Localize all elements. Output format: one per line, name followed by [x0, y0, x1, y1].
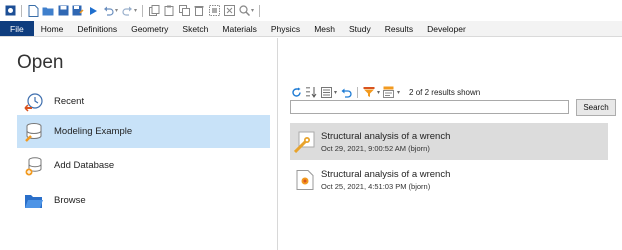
results-panel: ▾ ▾ ▾ 2 of 2 results shown Search Struct… [279, 38, 622, 250]
nav-item-label: Modeling Example [54, 126, 133, 137]
tab-developer[interactable]: Developer [420, 21, 473, 36]
run-icon[interactable] [87, 5, 99, 17]
paste-icon[interactable] [163, 5, 175, 17]
tab-definitions[interactable]: Definitions [70, 21, 124, 36]
result-item[interactable]: Structural analysis of a wrench Oct 29, … [290, 123, 608, 160]
zoom-dropdown-icon[interactable]: ▾ [251, 7, 254, 14]
result-date: Oct 25, 2021, 4:51:03 PM (bjorn) [321, 181, 431, 191]
tag-filter-dropdown-icon[interactable]: ▾ [397, 89, 400, 96]
add-database-icon [23, 155, 45, 177]
select-all-icon[interactable] [208, 5, 220, 17]
nav-item-label: Recent [54, 96, 85, 107]
save-as-icon[interactable] [72, 5, 84, 17]
view-options-dropdown-icon[interactable]: ▾ [334, 89, 337, 96]
tab-results[interactable]: Results [378, 21, 420, 36]
open-navigation-panel: Open Recent Modeling Example Add Databas… [0, 38, 278, 250]
folder-icon [23, 190, 45, 212]
results-toolbar: ▾ ▾ ▾ 2 of 2 results shown [290, 85, 480, 99]
result-date: Oct 29, 2021, 9:00:52 AM (bjorn) [321, 143, 430, 153]
toolbar-separator [142, 4, 144, 17]
tab-file[interactable]: File [0, 21, 34, 36]
nav-item-modeling-example[interactable]: Modeling Example [17, 115, 270, 148]
nav-item-add-database[interactable]: Add Database [17, 149, 270, 182]
results-count: 2 of 2 results shown [409, 87, 481, 97]
tab-study[interactable]: Study [342, 21, 378, 36]
toolbar-separator [357, 86, 359, 98]
page-title: Open [17, 52, 64, 73]
sort-icon[interactable] [305, 86, 317, 98]
toolbar-separator [259, 4, 261, 17]
filter-icon[interactable] [363, 86, 375, 98]
result-item[interactable]: Structural analysis of a wrench Oct 25, … [290, 161, 608, 198]
back-icon[interactable] [340, 86, 352, 98]
database-icon [23, 121, 45, 143]
app-icon[interactable] [4, 5, 16, 17]
copy-icon[interactable] [148, 5, 160, 17]
search-input[interactable] [290, 100, 569, 114]
nav-item-recent[interactable]: Recent [17, 85, 270, 118]
clear-icon[interactable] [223, 5, 235, 17]
toolbar-separator [21, 4, 22, 17]
delete-icon[interactable] [193, 5, 205, 17]
tab-physics[interactable]: Physics [264, 21, 307, 36]
recent-clock-icon [23, 91, 45, 113]
tag-filter-icon[interactable] [383, 86, 395, 98]
search-button[interactable]: Search [576, 99, 616, 116]
undo-icon[interactable] [102, 5, 114, 17]
nav-item-label: Add Database [54, 160, 115, 171]
undo-dropdown-icon[interactable]: ▾ [115, 7, 118, 14]
nav-item-browse[interactable]: Browse [17, 184, 270, 217]
wrench-model-icon [294, 131, 316, 153]
result-title: Structural analysis of a wrench [321, 130, 451, 142]
tab-mesh[interactable]: Mesh [307, 21, 342, 36]
save-icon[interactable] [57, 5, 69, 17]
view-options-icon[interactable] [320, 86, 332, 98]
tab-sketch[interactable]: Sketch [175, 21, 215, 36]
comsol-file-icon [294, 169, 316, 191]
result-title: Structural analysis of a wrench [321, 168, 451, 180]
ribbon-tab-bar: File Home Definitions Geometry Sketch Ma… [0, 21, 622, 37]
new-icon[interactable] [27, 4, 39, 17]
open-icon[interactable] [42, 5, 54, 17]
quick-access-toolbar: ▾ ▾ ▾ [0, 0, 622, 21]
result-text: Structural analysis of a wrench Oct 25, … [321, 169, 450, 191]
duplicate-icon[interactable] [178, 5, 190, 17]
redo-dropdown-icon[interactable]: ▾ [134, 7, 137, 14]
refresh-icon[interactable] [290, 86, 302, 98]
filter-dropdown-icon[interactable]: ▾ [377, 89, 380, 96]
tab-materials[interactable]: Materials [215, 21, 263, 36]
zoom-icon[interactable] [238, 5, 250, 17]
result-text: Structural analysis of a wrench Oct 29, … [321, 131, 450, 153]
redo-icon[interactable] [121, 5, 133, 17]
tab-home[interactable]: Home [34, 21, 71, 36]
nav-item-label: Browse [54, 195, 86, 206]
tab-geometry[interactable]: Geometry [124, 21, 175, 36]
